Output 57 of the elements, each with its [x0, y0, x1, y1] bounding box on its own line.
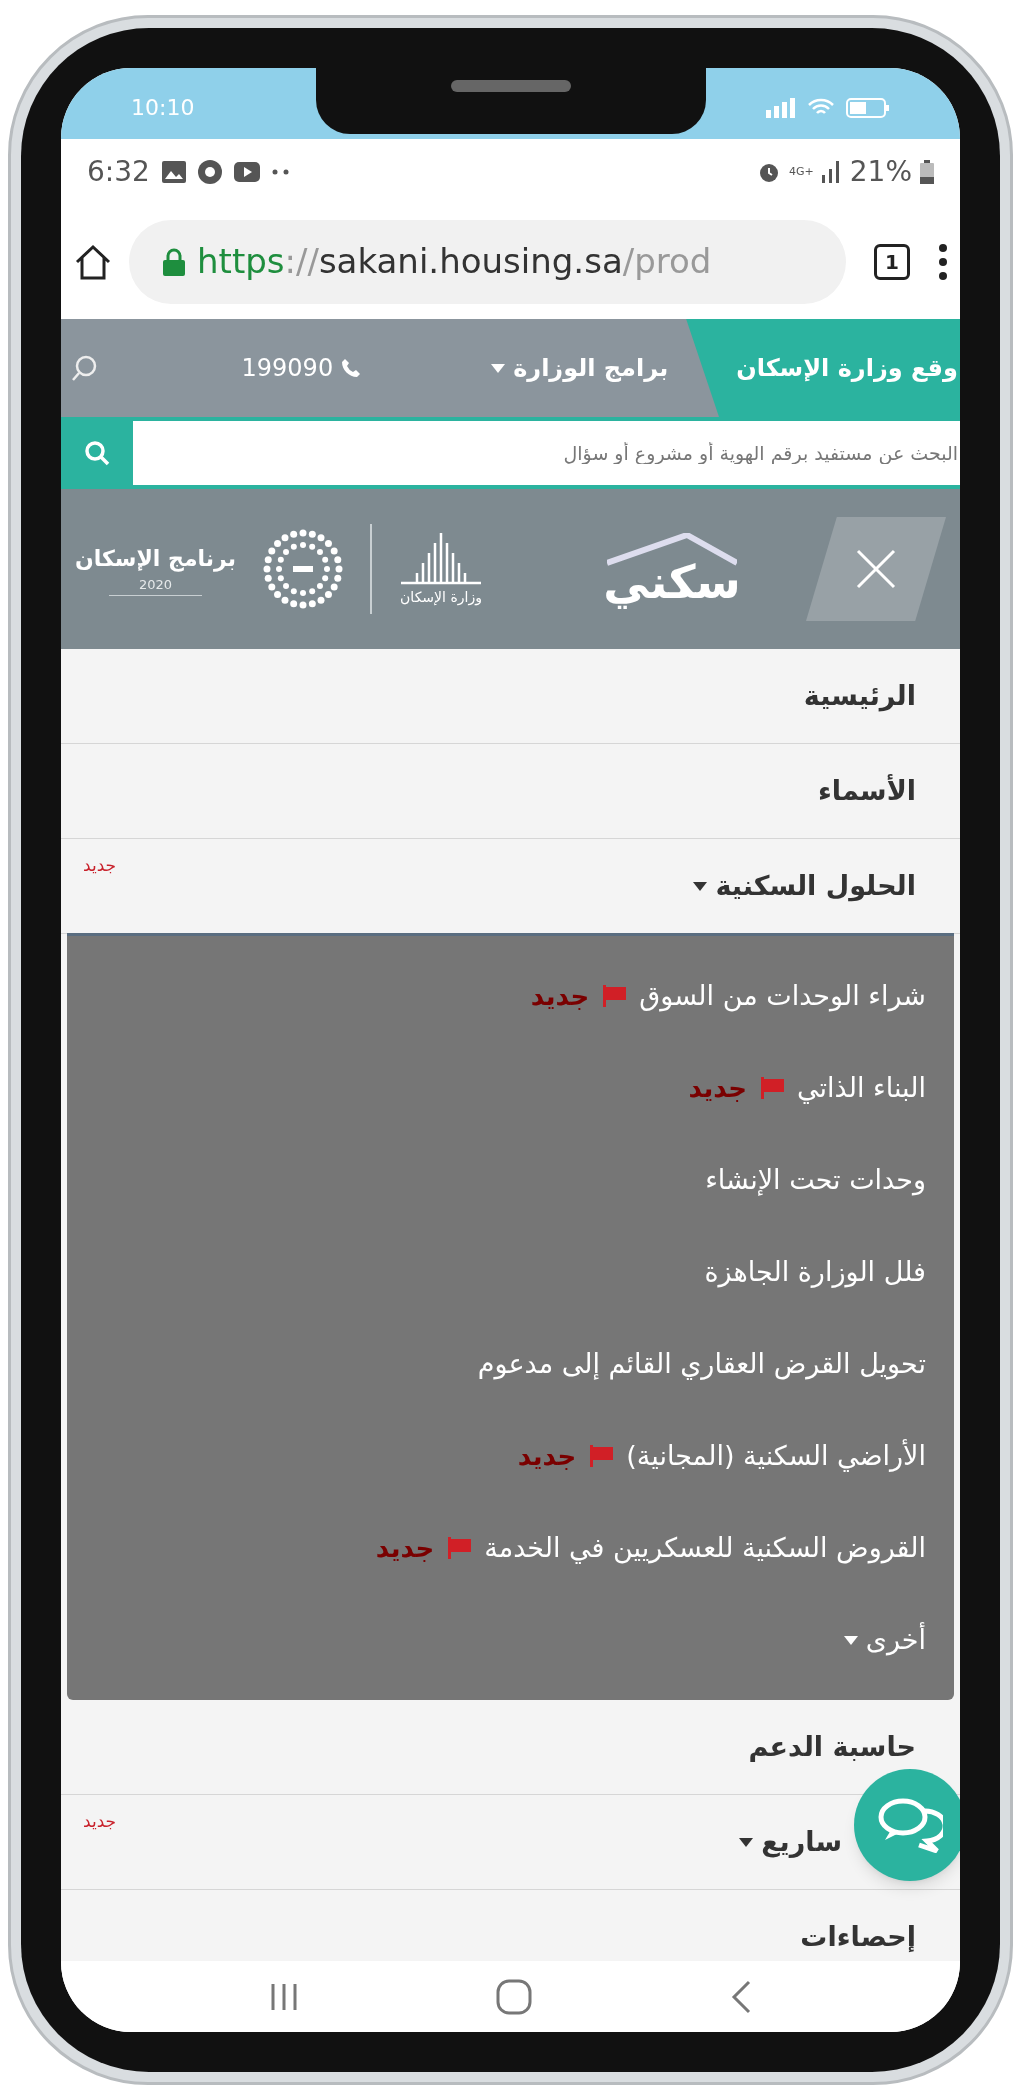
new-label: جديد [83, 854, 117, 877]
new-label: جديد [530, 979, 590, 1013]
back-icon[interactable] [730, 1979, 751, 2014]
new-label: جديد [517, 1439, 577, 1473]
battery-icon [920, 159, 934, 184]
menu-item[interactable]: الرئيسية [803, 675, 916, 717]
caret-icon [843, 1635, 858, 1645]
recent-apps-icon[interactable] [270, 1981, 299, 2012]
signal-icon [821, 160, 842, 183]
submenu-item[interactable]: الأراضي السكنية (المجانية) [626, 1435, 926, 1477]
menu-item[interactable]: حاسبة الدعم [748, 1726, 916, 1768]
signal-icon [766, 97, 796, 118]
menu-item[interactable]: إحصاءات [800, 1916, 916, 1958]
submenu-item[interactable]: تحويل القرض العقاري القائم إلى مدعوم [477, 1343, 926, 1385]
lock-icon [163, 247, 185, 276]
address-bar[interactable]: https://sakani.housing.sa/prod [129, 219, 846, 304]
phone-link[interactable]: 199090 [241, 350, 362, 386]
menu-icon[interactable] [938, 241, 948, 282]
submenu-item[interactable]: البناء الذاتي [797, 1067, 926, 1109]
clock: 10:10 [131, 94, 195, 122]
search-icon [84, 440, 110, 466]
menu-item[interactable]: الحلول السكنية [693, 865, 916, 907]
new-label: جديد [375, 1531, 435, 1565]
caret-icon [739, 1837, 754, 1847]
submenu-item[interactable]: أخرى [843, 1619, 926, 1661]
new-label: جديد [83, 1810, 117, 1833]
flag-icon [588, 1445, 615, 1467]
image-icon [161, 160, 186, 183]
programs-link[interactable]: برامج الوزارة [491, 350, 669, 386]
flag-icon [601, 985, 628, 1007]
search-icon[interactable] [71, 354, 99, 382]
network-label: 4G+ [789, 166, 814, 177]
home-button-icon[interactable] [496, 1978, 533, 2015]
ministry-logo: وزارة الإسكان [396, 530, 486, 608]
menu-item[interactable]: ساريع [739, 1821, 842, 1863]
battery-percent: 21% [849, 153, 912, 190]
submenu-item[interactable]: شراء الوحدات من السوق [639, 975, 926, 1017]
status-time: 6:32 [87, 153, 150, 190]
flag-icon [759, 1077, 786, 1099]
chat-bubbles-icon [877, 1797, 943, 1853]
flag-icon [446, 1537, 473, 1559]
battery-icon [846, 97, 890, 118]
submenu-item[interactable]: وحدات تحت الإنشاء [705, 1159, 926, 1201]
url-text: https://sakani.housing.sa/prod [197, 240, 712, 283]
more-icon [271, 168, 290, 175]
video-icon [233, 161, 260, 182]
close-icon [856, 549, 896, 589]
site-link[interactable]: وقع وزارة الإسكان [686, 319, 960, 417]
phone-icon [341, 358, 362, 378]
caret-icon [491, 363, 506, 373]
menu-item[interactable]: الأسماء [818, 770, 916, 812]
caret-icon [693, 881, 708, 891]
tab-count-button[interactable]: 1 [874, 243, 910, 280]
browser-icon [197, 159, 222, 184]
submenu-item[interactable]: القروض السكنية للعسكريين في الخدمة [484, 1527, 926, 1569]
new-label: جديد [688, 1071, 748, 1105]
submenu-item[interactable]: فلل الوزارة الجاهزة [704, 1251, 926, 1293]
